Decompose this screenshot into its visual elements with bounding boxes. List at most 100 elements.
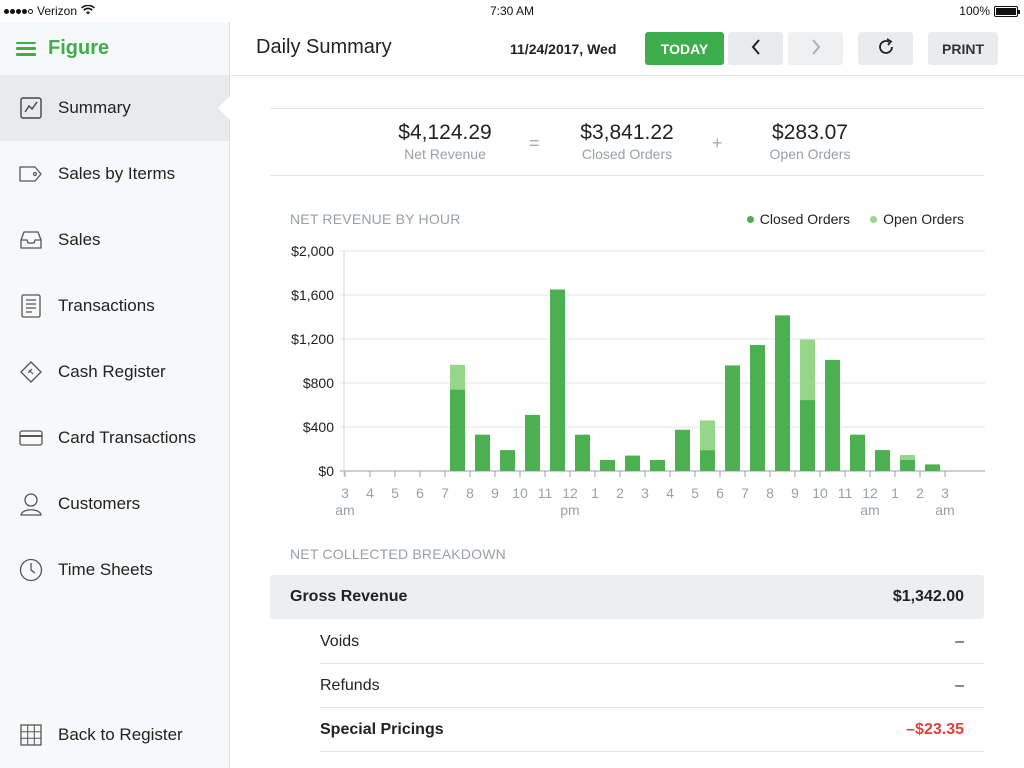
x-tick-sublabel: am — [935, 502, 954, 518]
closed-orders-label: Closed Orders — [581, 146, 673, 162]
sidebar-item-time-sheets[interactable]: Time Sheets — [0, 537, 229, 603]
bar-open-orders — [800, 339, 815, 401]
status-time: 7:30 AM — [489, 4, 535, 18]
gross-revenue-value: $1,342.00 — [892, 588, 964, 605]
equals-sign: = — [529, 133, 540, 153]
bar-closed-orders — [775, 315, 790, 471]
bar-closed-orders — [525, 414, 540, 471]
bar-closed-orders — [500, 450, 515, 471]
sidebar-bottom: Back to Register — [0, 702, 229, 768]
sidebar-item-sales-by-items[interactable]: Sales by Iterms — [0, 141, 229, 207]
x-tick-label: 4 — [366, 485, 374, 501]
sidebar: Figure Summary Sales by Iterms Sales Tra… — [0, 22, 230, 768]
sidebar-item-label: Summary — [58, 98, 131, 117]
special-pricings-label: Special Pricings — [320, 720, 444, 738]
menu-icon[interactable] — [16, 41, 36, 56]
next-day-button[interactable] — [788, 32, 843, 65]
x-tick-label: 2 — [916, 485, 924, 501]
x-tick-label: 4 — [666, 485, 674, 501]
x-tick-label: 5 — [691, 485, 699, 501]
x-tick-label: 7 — [441, 485, 449, 501]
sidebar-item-label: Sales — [58, 230, 101, 249]
sidebar-item-cash-register[interactable]: Cash Register — [0, 339, 229, 405]
x-tick-label: 8 — [466, 485, 474, 501]
bar-closed-orders — [900, 460, 915, 471]
open-orders-label: Open Orders — [769, 146, 851, 162]
x-tick-sublabel: am — [860, 502, 879, 518]
grid-icon — [19, 723, 43, 747]
voids-row[interactable]: Voids – — [320, 620, 984, 664]
x-tick-label: 5 — [391, 485, 399, 501]
breakdown-section-label: NET COLLECTED BREAKDOWN — [290, 546, 506, 562]
today-button[interactable]: TODAY — [645, 32, 724, 65]
net-revenue-value: $4,124.29 — [398, 121, 492, 144]
document-icon — [19, 294, 43, 318]
voids-value: – — [955, 632, 964, 650]
gross-revenue-row[interactable]: Gross Revenue $1,342.00 — [270, 575, 984, 619]
print-button[interactable]: PRINT — [928, 32, 998, 65]
x-tick-sublabel: am — [335, 502, 354, 518]
sidebar-item-summary[interactable]: Summary — [0, 75, 230, 141]
card-icon — [19, 426, 43, 450]
page-title: Daily Summary — [256, 36, 392, 58]
bar-closed-orders — [475, 434, 490, 471]
bar-closed-orders — [800, 400, 815, 471]
closed-orders-metric: $3,841.22 Closed Orders — [562, 121, 692, 162]
x-tick-label: 7 — [741, 485, 749, 501]
bar-open-orders — [450, 364, 465, 390]
x-tick-label: 10 — [512, 485, 528, 501]
bar-closed-orders — [575, 434, 590, 471]
chart-legend: Closed Orders Open Orders — [746, 211, 964, 227]
bar-closed-orders — [725, 365, 740, 471]
bar-open-orders — [900, 455, 915, 460]
sidebar-item-transactions[interactable]: Transactions — [0, 273, 229, 339]
top-bar: Daily Summary 11/24/2017, Wed TODAY PRIN… — [231, 22, 1024, 76]
open-orders-value: $283.07 — [772, 121, 848, 144]
status-right: 100% — [959, 4, 1020, 18]
main-content: $4,124.29 Net Revenue = $3,841.22 Closed… — [231, 77, 1024, 768]
refresh-button[interactable] — [858, 32, 913, 65]
y-tick-label: $2,000 — [291, 243, 334, 259]
refunds-value: – — [955, 676, 964, 694]
sidebar-item-label: Customers — [58, 494, 141, 513]
sidebar-item-label: Transactions — [58, 296, 155, 315]
bar-closed-orders — [925, 464, 940, 471]
x-tick-sublabel: pm — [560, 502, 579, 518]
sidebar-item-card-transactions[interactable]: Card Transactions — [0, 405, 229, 471]
bar-closed-orders — [650, 460, 665, 471]
bar-closed-orders — [450, 389, 465, 471]
net-revenue-metric: $4,124.29 Net Revenue — [380, 121, 510, 162]
bar-closed-orders — [825, 359, 840, 471]
tag-icon — [19, 162, 43, 186]
date-label[interactable]: 11/24/2017, Wed — [510, 41, 616, 57]
bar-closed-orders — [600, 460, 615, 471]
closed-orders-value: $3,841.22 — [580, 121, 674, 144]
sidebar-item-label: Back to Register — [58, 725, 183, 744]
legend-swatch-open — [870, 215, 878, 223]
sidebar-item-sales[interactable]: Sales — [0, 207, 229, 273]
net-revenue-label: Net Revenue — [404, 146, 486, 162]
refunds-row[interactable]: Refunds – — [320, 664, 984, 708]
y-tick-label: $0 — [318, 463, 334, 479]
tray-icon — [19, 228, 43, 252]
bar-closed-orders — [850, 434, 865, 471]
x-tick-label: 12 — [562, 485, 578, 501]
special-pricings-value: –$23.35 — [906, 720, 964, 738]
x-tick-label: 8 — [766, 485, 774, 501]
bar-closed-orders — [700, 450, 715, 471]
battery-percent: 100% — [959, 4, 990, 18]
x-tick-label: 6 — [716, 485, 724, 501]
plus-sign: + — [712, 133, 723, 153]
legend-label-closed: Closed Orders — [759, 211, 851, 227]
sidebar-item-label: Card Transactions — [58, 428, 196, 447]
bar-closed-orders — [550, 289, 565, 471]
back-to-register-button[interactable]: Back to Register — [0, 702, 229, 768]
previous-day-button[interactable] — [728, 32, 783, 65]
x-tick-label: 2 — [616, 485, 624, 501]
bar-closed-orders — [875, 450, 890, 471]
sidebar-item-customers[interactable]: Customers — [0, 471, 229, 537]
special-pricings-row[interactable]: Special Pricings –$23.35 — [320, 708, 984, 752]
gross-revenue-label: Gross Revenue — [290, 588, 408, 605]
chevron-right-icon — [810, 39, 822, 58]
y-tick-label: $1,600 — [291, 287, 334, 303]
